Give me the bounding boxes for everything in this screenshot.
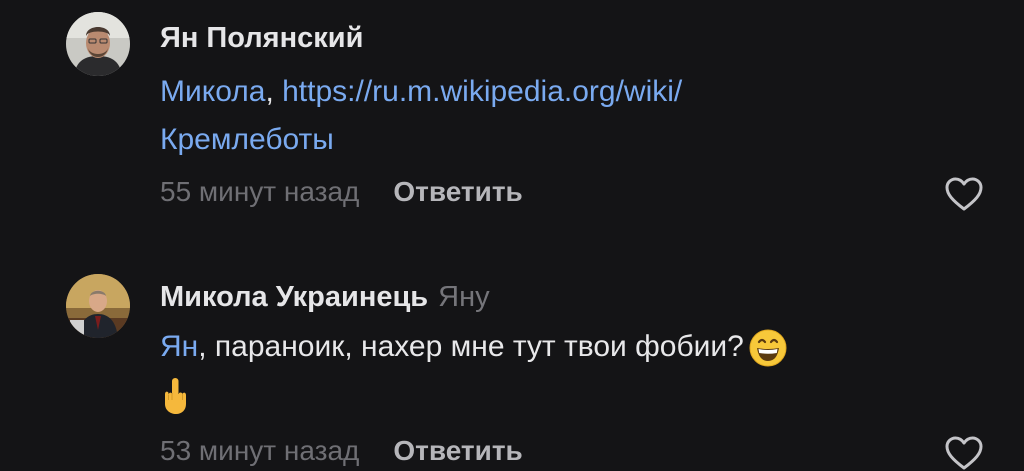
url-link-continuation[interactable]: Кремлеботы <box>160 123 334 156</box>
avatar[interactable] <box>66 12 130 76</box>
author-row: Микола Украинець Яну <box>160 281 490 314</box>
reply-to-label[interactable]: Яну <box>438 281 489 313</box>
comment: Ян Полянский Микола, https://ru.m.wikipe… <box>0 0 1024 250</box>
comment-body: , параноик, нахер мне тут твои фобии? <box>198 330 744 363</box>
comment-meta: 53 минут назад Ответить <box>160 435 523 467</box>
comment: Микола Украинець Яну Ян, параноик, нахер … <box>0 265 1024 471</box>
timestamp: 55 минут назад <box>160 176 360 207</box>
timestamp: 53 минут назад <box>160 435 360 466</box>
comment-meta: 55 минут назад Ответить <box>160 176 523 208</box>
author-name[interactable]: Ян Полянский <box>160 22 363 54</box>
mention-link[interactable]: Микола <box>160 75 265 108</box>
heart-outline-icon[interactable] <box>944 435 984 471</box>
author-name[interactable]: Микола Украинець <box>160 281 428 313</box>
reply-button[interactable]: Ответить <box>393 435 522 466</box>
comment-text: Ян, параноик, нахер мне тут твои фобии? <box>160 323 960 419</box>
middle-finger-icon <box>160 376 190 416</box>
comment-text: Микола, https://ru.m.wikipedia.org/wiki/… <box>160 68 960 164</box>
url-link[interactable]: https://ru.m.wikipedia.org/wiki/ <box>282 75 682 108</box>
comment-separator: , <box>265 75 283 108</box>
mention-link[interactable]: Ян <box>160 330 198 363</box>
reply-button[interactable]: Ответить <box>393 176 522 207</box>
grinning-face-icon <box>748 328 788 368</box>
avatar[interactable] <box>66 274 130 338</box>
heart-outline-icon[interactable] <box>944 176 984 212</box>
author-row: Ян Полянский <box>160 22 363 55</box>
